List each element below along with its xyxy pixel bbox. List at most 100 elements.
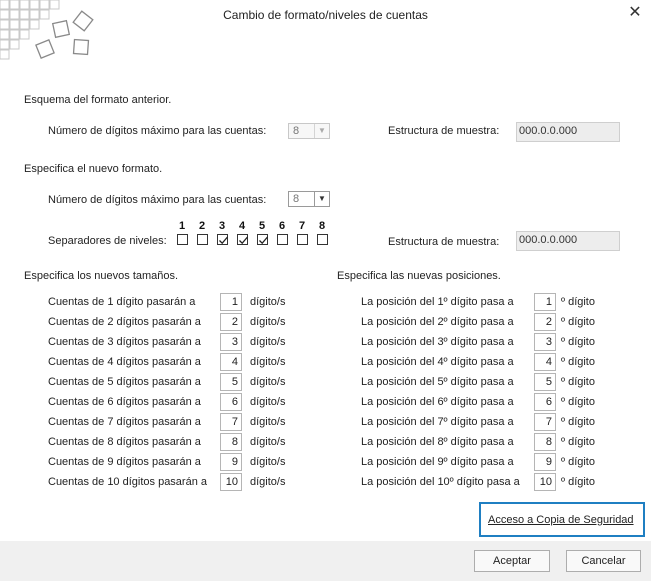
position-row-label: La posición del 2º dígito pasa a <box>361 316 514 328</box>
position-row-input[interactable]: 8 <box>534 433 556 451</box>
size-row-label: Cuentas de 10 dígitos pasarán a <box>48 476 208 488</box>
size-row-label: Cuentas de 7 dígitos pasarán a <box>48 416 201 428</box>
old-max-digits-value: 8 <box>293 125 300 137</box>
position-row-label: La posición del 7º dígito pasa a <box>361 416 514 428</box>
separator-checkbox-8[interactable] <box>317 234 328 245</box>
size-row-input[interactable]: 5 <box>220 373 242 391</box>
size-row-input[interactable]: 1 <box>220 293 242 311</box>
cancel-button[interactable]: Cancelar <box>566 550 641 572</box>
position-row-unit: º dígito <box>561 396 595 408</box>
size-row-unit: dígito/s <box>250 356 286 368</box>
position-row-input[interactable]: 4 <box>534 353 556 371</box>
position-row-input[interactable]: 1 <box>534 293 556 311</box>
size-row-unit: dígito/s <box>250 316 286 328</box>
position-row-label: La posición del 3º dígito pasa a <box>361 336 514 348</box>
position-row-label: La posición del 10º dígito pasa a <box>361 476 520 488</box>
position-row-input[interactable]: 7 <box>534 413 556 431</box>
size-row-unit: dígito/s <box>250 296 286 308</box>
new-max-digits-select[interactable]: 8 ▼ <box>288 191 330 207</box>
accept-button[interactable]: Aceptar <box>474 550 550 572</box>
backup-link[interactable]: Acceso a Copia de Seguridad <box>488 514 634 526</box>
size-row-label: Cuentas de 9 dígitos pasarán a <box>48 456 201 468</box>
size-row-unit: dígito/s <box>250 336 286 348</box>
size-row-input[interactable]: 6 <box>220 393 242 411</box>
new-sample-label: Estructura de muestra: <box>388 236 500 248</box>
separator-checkbox-1[interactable] <box>177 234 188 245</box>
position-row-unit: º dígito <box>561 456 595 468</box>
close-icon[interactable]: ✕ <box>626 4 644 22</box>
separator-number: 3 <box>218 220 226 232</box>
position-row-input[interactable]: 3 <box>534 333 556 351</box>
position-row-label: La posición del 8º dígito pasa a <box>361 436 514 448</box>
position-row-unit: º dígito <box>561 416 595 428</box>
size-row-unit: dígito/s <box>250 456 286 468</box>
position-row-label: La posición del 6º dígito pasa a <box>361 396 514 408</box>
size-row-input[interactable]: 7 <box>220 413 242 431</box>
position-row-unit: º dígito <box>561 336 595 348</box>
positions-heading: Especifica las nuevas posiciones. <box>337 270 501 282</box>
separator-checkbox-3[interactable] <box>217 234 228 245</box>
position-row-input[interactable]: 2 <box>534 313 556 331</box>
sizes-heading: Especifica los nuevos tamaños. <box>24 270 179 282</box>
size-row-unit: dígito/s <box>250 436 286 448</box>
position-row-unit: º dígito <box>561 356 595 368</box>
size-row-label: Cuentas de 5 dígitos pasarán a <box>48 376 201 388</box>
separator-number: 8 <box>318 220 326 232</box>
size-row-input[interactable]: 4 <box>220 353 242 371</box>
separator-checkbox-4[interactable] <box>237 234 248 245</box>
size-row-input[interactable]: 3 <box>220 333 242 351</box>
position-row-label: La posición del 1º dígito pasa a <box>361 296 514 308</box>
backup-link-box[interactable]: Acceso a Copia de Seguridad <box>479 502 645 537</box>
size-row-input[interactable]: 10 <box>220 473 242 491</box>
new-max-digits-value: 8 <box>293 193 300 205</box>
size-row-input[interactable]: 8 <box>220 433 242 451</box>
separator-number: 7 <box>298 220 306 232</box>
separator-number: 2 <box>198 220 206 232</box>
separator-number: 4 <box>238 220 246 232</box>
separator-checkbox-7[interactable] <box>297 234 308 245</box>
separator-checkbox-6[interactable] <box>277 234 288 245</box>
new-max-digits-label: Número de dígitos máximo para las cuenta… <box>48 194 267 206</box>
size-row-label: Cuentas de 8 dígitos pasarán a <box>48 436 201 448</box>
separator-checkbox-5[interactable] <box>257 234 268 245</box>
size-row-label: Cuentas de 3 dígitos pasarán a <box>48 336 201 348</box>
position-row-input[interactable]: 10 <box>534 473 556 491</box>
size-row-unit: dígito/s <box>250 376 286 388</box>
size-row-label: Cuentas de 1 dígito pasarán a <box>48 296 196 308</box>
size-row-unit: dígito/s <box>250 396 286 408</box>
size-row-label: Cuentas de 6 dígitos pasarán a <box>48 396 201 408</box>
position-row-label: La posición del 5º dígito pasa a <box>361 376 514 388</box>
position-row-label: La posición del 9º dígito pasa a <box>361 456 514 468</box>
size-row-label: Cuentas de 2 dígitos pasarán a <box>48 316 201 328</box>
position-row-input[interactable]: 6 <box>534 393 556 411</box>
position-row-label: La posición del 4º dígito pasa a <box>361 356 514 368</box>
separator-number: 6 <box>278 220 286 232</box>
position-row-unit: º dígito <box>561 376 595 388</box>
size-row-unit: dígito/s <box>250 476 286 488</box>
position-row-unit: º dígito <box>561 316 595 328</box>
chevron-down-icon: ▼ <box>314 124 329 138</box>
window-title: Cambio de formato/niveles de cuentas <box>223 8 428 22</box>
separator-number: 1 <box>178 220 186 232</box>
dialog-footer <box>0 541 651 581</box>
old-sample-label: Estructura de muestra: <box>388 125 500 137</box>
old-format-heading: Esquema del formato anterior. <box>24 94 172 106</box>
position-row-unit: º dígito <box>561 296 595 308</box>
old-max-digits-label: Número de dígitos máximo para las cuenta… <box>48 125 267 137</box>
position-row-input[interactable]: 5 <box>534 373 556 391</box>
size-row-label: Cuentas de 4 dígitos pasarán a <box>48 356 201 368</box>
new-format-heading: Especifica el nuevo formato. <box>24 163 163 175</box>
size-row-unit: dígito/s <box>250 416 286 428</box>
position-row-unit: º dígito <box>561 476 595 488</box>
chevron-down-icon[interactable]: ▼ <box>314 192 329 206</box>
separators-label: Separadores de niveles: <box>48 235 167 247</box>
old-sample-field: 000.0.0.000 <box>516 122 620 142</box>
new-sample-field: 000.0.0.000 <box>516 231 620 251</box>
separator-checkbox-2[interactable] <box>197 234 208 245</box>
old-max-digits-select: 8 ▼ <box>288 123 330 139</box>
size-row-input[interactable]: 2 <box>220 313 242 331</box>
position-row-unit: º dígito <box>561 436 595 448</box>
size-row-input[interactable]: 9 <box>220 453 242 471</box>
separator-number: 5 <box>258 220 266 232</box>
position-row-input[interactable]: 9 <box>534 453 556 471</box>
